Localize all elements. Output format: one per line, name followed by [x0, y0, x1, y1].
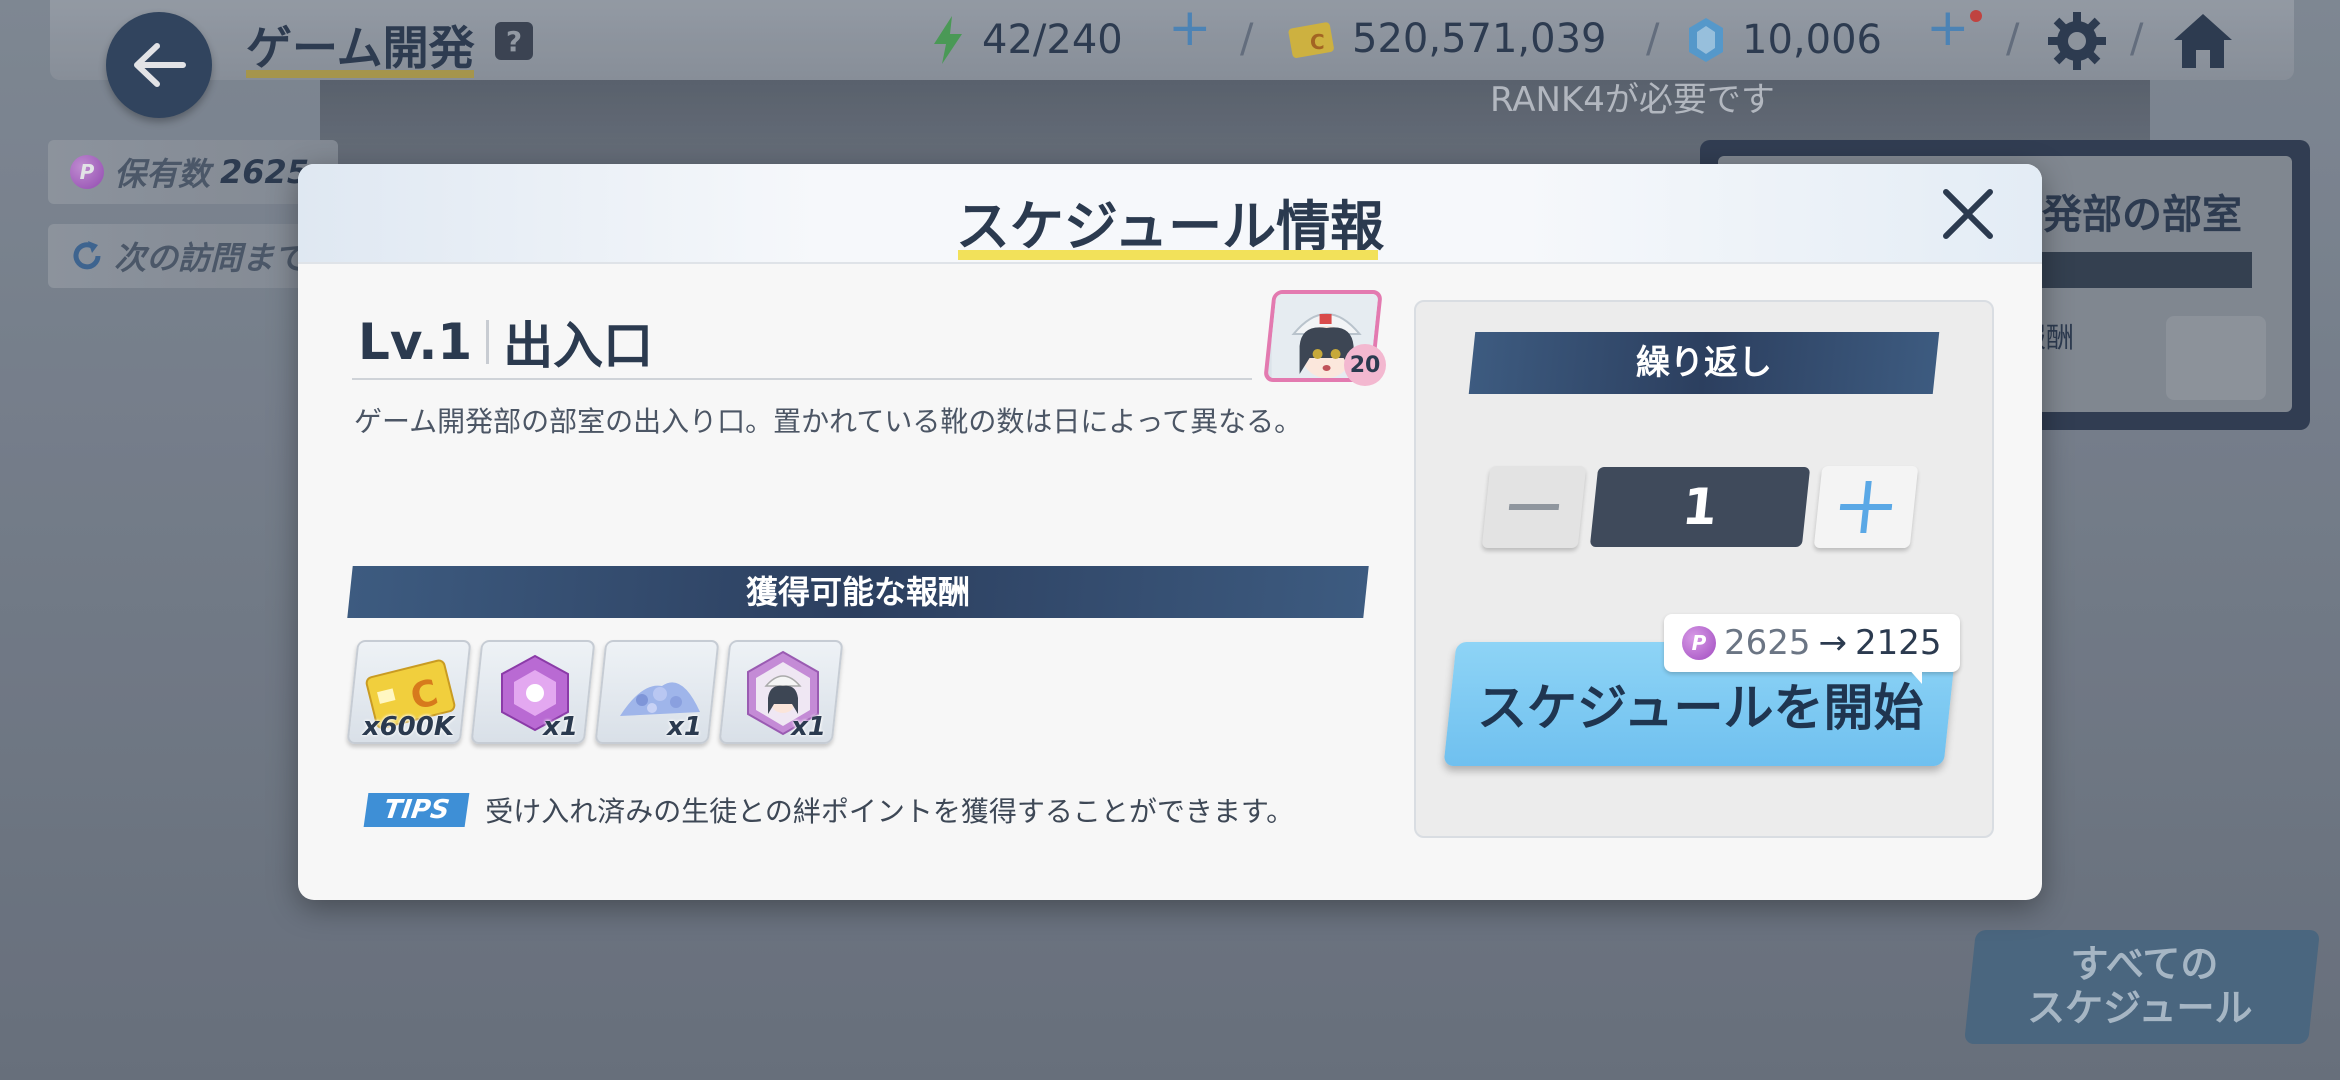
reward-count: x1 [791, 712, 826, 742]
decrement-button[interactable] [1481, 466, 1587, 548]
reward-item-credits[interactable]: C x600K [346, 640, 472, 744]
reward-count: x600K [362, 712, 454, 742]
reward-count: x1 [543, 712, 578, 742]
reward-item-gem[interactable]: x1 [470, 640, 596, 744]
level-location-row: Lv.1 出入口 [358, 306, 653, 378]
cost-from: 2625 [1724, 623, 1811, 663]
reward-item-crystals[interactable]: x1 [594, 640, 720, 744]
schedule-info-modal: スケジュール情報 Lv.1 出入口 20 ゲーム開発部の部室の出入り口。置かれて… [298, 164, 2042, 900]
minus-icon [1508, 504, 1560, 510]
close-button[interactable] [1936, 182, 2000, 246]
cost-bubble: P 2625 → 2125 [1664, 614, 1960, 672]
location-description: ゲーム開発部の部室の出入り口。置かれている靴の数は日によって異なる。 [354, 405, 1303, 438]
repeat-header: 繰り返し [1468, 332, 1940, 394]
repeat-stepper: 1 [1481, 466, 1919, 548]
reward-count: x1 [667, 712, 702, 742]
arrow-right-icon: → [1818, 623, 1848, 663]
tips-row: TIPS 受け入れ済みの生徒との絆ポイントを獲得することができます。 [363, 790, 1295, 830]
increment-button[interactable] [1813, 466, 1919, 548]
student-level-badge: 20 [1344, 344, 1386, 386]
reward-list: C x600K x1 x1 x1 [346, 640, 844, 744]
p-coin-icon: P [1682, 626, 1716, 660]
tips-text: 受け入れ済みの生徒との絆ポイントを獲得することができます。 [485, 795, 1295, 828]
close-icon [1943, 189, 1993, 239]
repeat-count: 1 [1589, 467, 1811, 547]
cost-to: 2125 [1855, 623, 1942, 663]
level-label: Lv.1 [358, 313, 473, 371]
tips-badge: TIPS [363, 793, 470, 827]
schedule-action-panel: 繰り返し 1 スケジュールを開始 P 2625 → 2125 [1414, 300, 1994, 838]
location-name: 出入口 [503, 317, 654, 375]
plus-icon [1839, 481, 1893, 533]
reward-item-student-token[interactable]: x1 [718, 640, 844, 744]
rewards-header: 獲得可能な報酬 [347, 566, 1369, 618]
